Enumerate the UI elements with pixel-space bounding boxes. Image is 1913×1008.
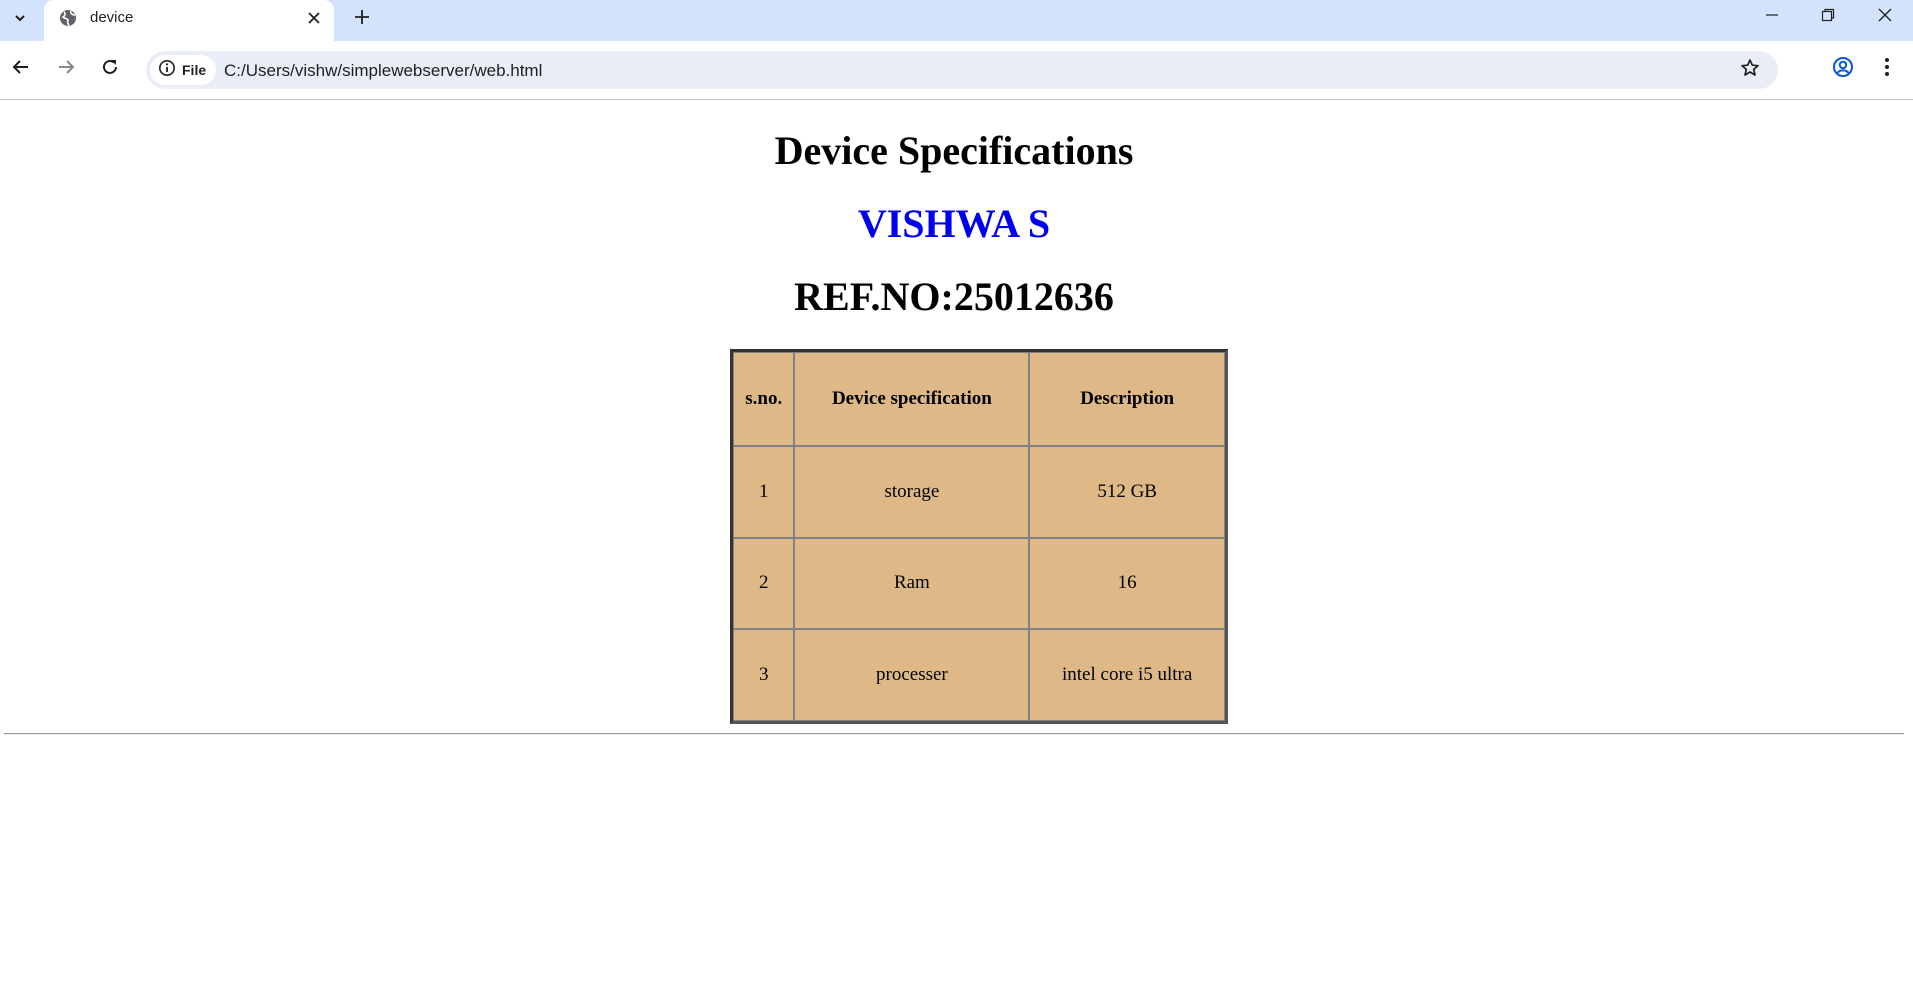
horizontal-rule xyxy=(4,733,1904,735)
table-header-row: s.no. Device specification Description xyxy=(733,352,1225,446)
arrow-left-icon xyxy=(12,58,30,81)
cell-device-specification: processer xyxy=(794,629,1030,721)
table-row: 1 storage 512 GB xyxy=(733,446,1225,538)
close-window-button[interactable] xyxy=(1857,0,1913,34)
address-bar[interactable]: File C:/Users/vishw/simplewebserver/web.… xyxy=(146,51,1778,89)
minimize-icon xyxy=(1765,8,1779,27)
cell-sno: 2 xyxy=(733,537,795,630)
profile-icon xyxy=(1832,56,1854,83)
page-content: Device Specifications VISHWA S REF.NO:25… xyxy=(0,100,1913,1008)
cell-device-specification: Ram xyxy=(794,537,1030,630)
back-button[interactable] xyxy=(4,52,38,86)
reload-button[interactable] xyxy=(93,52,127,86)
profile-button[interactable] xyxy=(1826,52,1860,86)
star-icon xyxy=(1740,58,1760,83)
device-spec-table: s.no. Device specification Description 1… xyxy=(730,349,1228,724)
cell-description: intel core i5 ultra xyxy=(1029,629,1225,721)
column-header-description: Description xyxy=(1029,352,1225,446)
close-icon xyxy=(1877,7,1893,28)
kebab-menu-icon xyxy=(1884,57,1890,82)
minimize-button[interactable] xyxy=(1744,0,1800,34)
reference-number: REF.NO:25012636 xyxy=(794,274,1114,319)
cell-sno: 3 xyxy=(733,629,795,721)
close-icon[interactable] xyxy=(304,8,324,28)
bookmark-button[interactable] xyxy=(1736,56,1764,84)
new-tab-button[interactable] xyxy=(348,5,376,33)
page-title: Device Specifications xyxy=(774,128,1134,173)
browser-menu-button[interactable] xyxy=(1870,52,1904,86)
cell-sno: 1 xyxy=(733,446,795,538)
tab-title: device xyxy=(90,9,134,26)
column-header-device-specification: Device specification xyxy=(794,352,1030,446)
arrow-right-icon xyxy=(57,58,75,81)
globe-icon xyxy=(58,8,78,28)
reload-icon xyxy=(101,58,119,81)
cell-device-specification: storage xyxy=(794,446,1030,538)
tab-strip: device xyxy=(0,0,1913,41)
info-icon xyxy=(158,59,176,82)
cell-description: 16 xyxy=(1029,537,1225,630)
restore-icon xyxy=(1821,8,1835,27)
site-info-chip[interactable]: File xyxy=(150,55,217,85)
cell-description: 512 GB xyxy=(1029,446,1225,538)
restore-button[interactable] xyxy=(1800,0,1856,34)
column-header-sno: s.no. xyxy=(733,352,795,446)
browser-toolbar: File C:/Users/vishw/simplewebserver/web.… xyxy=(0,41,1913,100)
chevron-down-icon xyxy=(13,11,27,30)
site-chip-label: File xyxy=(182,62,207,78)
url-text[interactable]: C:/Users/vishw/simplewebserver/web.html xyxy=(224,61,542,81)
table-row: 2 Ram 16 xyxy=(733,537,1225,630)
author-name: VISHWA S xyxy=(857,201,1051,246)
plus-icon xyxy=(354,9,370,30)
tab-device[interactable]: device xyxy=(44,0,334,41)
table-row: 3 processer intel core i5 ultra xyxy=(733,629,1225,721)
forward-button[interactable] xyxy=(49,52,83,86)
tab-search-button[interactable] xyxy=(6,6,34,34)
